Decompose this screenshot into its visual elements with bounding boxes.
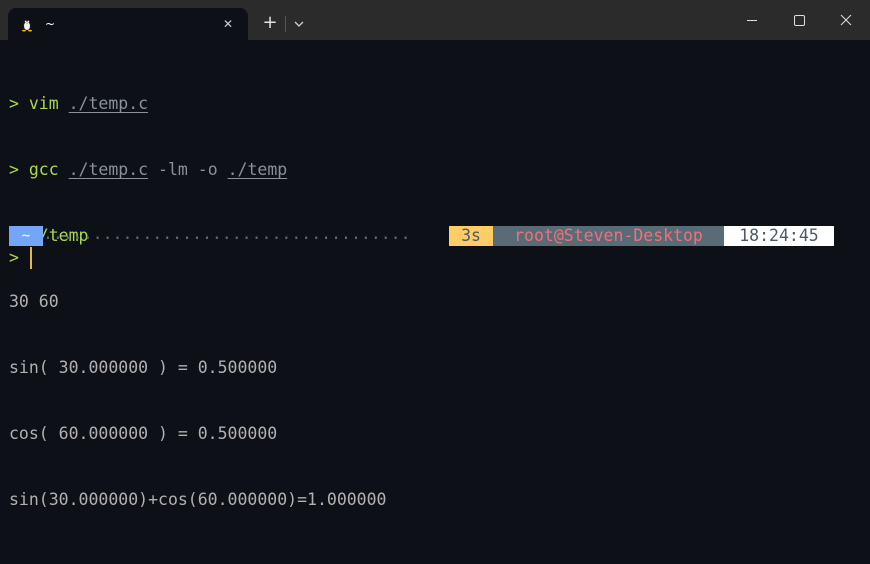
title-bar[interactable]: ~ ✕ + (0, 0, 870, 40)
tab-home[interactable]: ~ ✕ (8, 8, 248, 40)
maximize-icon (794, 15, 805, 26)
close-window-button[interactable] (823, 0, 869, 40)
user-host-segment: root@Steven-Desktop (493, 226, 724, 246)
output-line: 30 60 (9, 292, 59, 311)
minimize-button[interactable] (729, 0, 775, 40)
text-cursor[interactable] (30, 247, 32, 269)
prompt-symbol: > (9, 248, 19, 267)
command-flag: -o (197, 160, 218, 179)
new-tab-button[interactable]: + (258, 12, 282, 36)
command-duration-segment: 3s (449, 226, 493, 246)
command-arg: ./temp.c (68, 160, 149, 179)
command-name: vim (28, 94, 59, 113)
output-line: cos( 60.000000 ) = 0.500000 (9, 424, 278, 443)
command-line: > gcc ./temp.c -lm -o ./temp (9, 159, 387, 181)
prompt-status-bar: ~ ..................................... … (9, 226, 834, 246)
output-line: sin( 30.000000 ) = 0.500000 (9, 358, 278, 377)
command-line: > vim ./temp.c (9, 93, 387, 115)
command-name: gcc (28, 160, 59, 179)
command-arg: ./temp.c (68, 94, 149, 113)
terminal-output[interactable]: > vim ./temp.c > gcc ./temp.c -lm -o ./t… (9, 49, 387, 555)
prompt-symbol: > (9, 160, 19, 179)
status-filler: ..................................... (43, 226, 411, 243)
linux-penguin-icon (22, 19, 32, 32)
terminal-window: ~ ✕ + > vim ./temp.c > gcc ./temp.c -lm … (0, 0, 870, 564)
tab-title: ~ (45, 17, 56, 31)
command-flag: -lm (158, 160, 188, 179)
close-tab-icon[interactable]: ✕ (220, 16, 236, 32)
tab-dropdown-button[interactable] (288, 12, 310, 36)
minimize-icon (747, 20, 757, 21)
plus-icon: + (262, 12, 278, 33)
output-line: sin(30.000000)+cos(60.000000)=1.000000 (9, 490, 387, 509)
prompt-symbol: > (9, 94, 19, 113)
command-arg: ./temp (227, 160, 288, 179)
tab-divider (285, 16, 286, 32)
home-directory-segment: ~ (9, 226, 43, 246)
close-icon (840, 14, 852, 26)
chevron-down-icon (294, 21, 304, 27)
clock-segment: 18:24:45 (724, 226, 834, 246)
maximize-button[interactable] (776, 0, 822, 40)
